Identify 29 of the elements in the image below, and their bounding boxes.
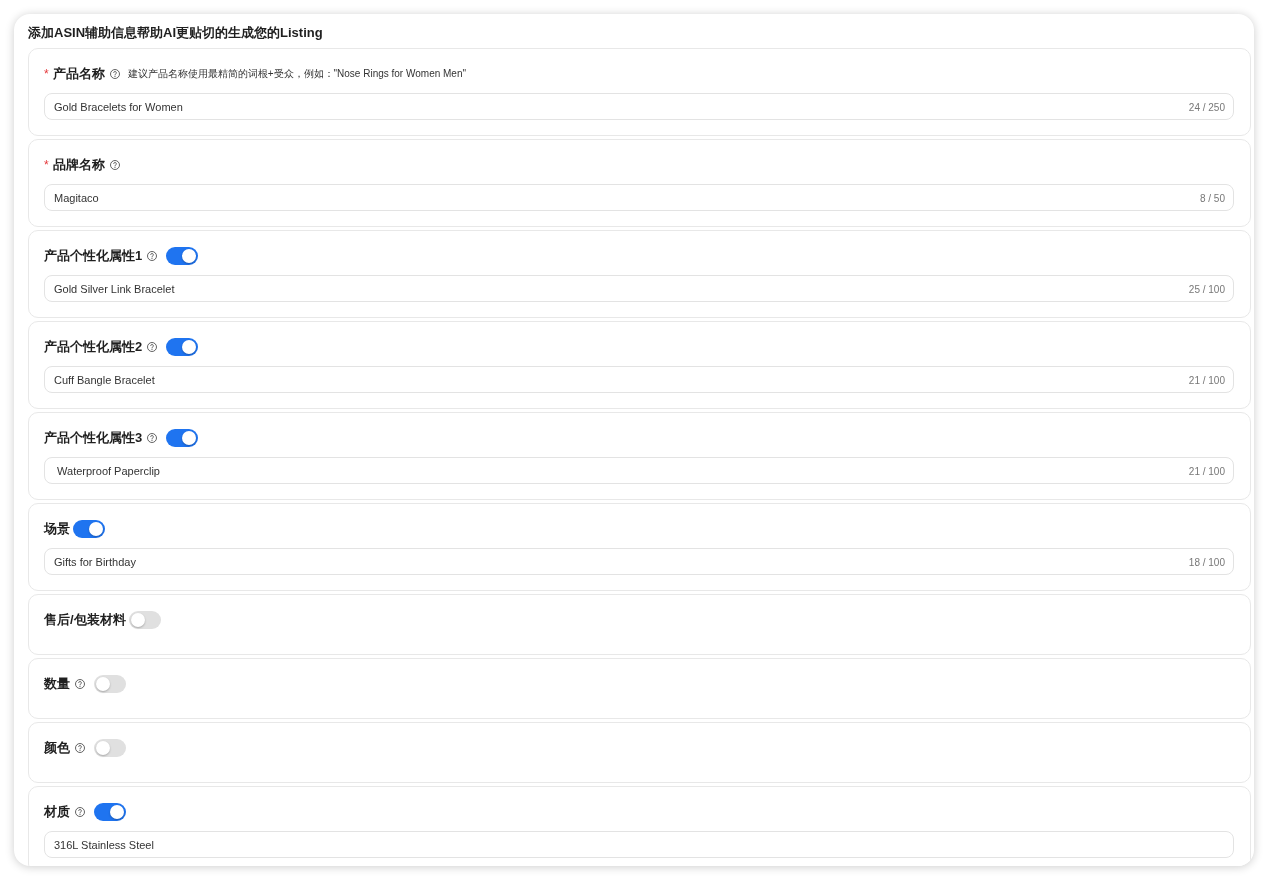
toggle-switch[interactable] (166, 338, 199, 356)
char-counter: 21 / 100 (1188, 465, 1225, 476)
toggle-switch[interactable] (128, 611, 161, 629)
required-mark: * (44, 159, 49, 171)
field-label: 产品名称 (52, 65, 105, 83)
required-mark: * (44, 68, 49, 80)
field-label: 颜色 (44, 739, 70, 757)
field-label: 材质 (44, 803, 70, 821)
toggle-switch[interactable] (166, 429, 199, 447)
char-counter: 8 / 50 (1199, 192, 1225, 203)
toggle-switch[interactable] (73, 520, 105, 538)
hint-text: 建议产品名称使用最精简的词根+受众，例如："Nose Rings for Women Men" (127, 67, 467, 81)
field-label: 产品个性化属性1 (44, 247, 143, 265)
field-label: 数量 (44, 675, 70, 693)
panel-title: 添加ASIN辅助信息帮助AI更贴切的生成您的Listing (28, 24, 323, 42)
toggle-switch[interactable] (94, 739, 126, 757)
field-label: 品牌名称 (52, 156, 105, 174)
field-label: 场景 (44, 520, 70, 538)
char-counter: 18 / 100 (1188, 556, 1225, 567)
field-label: 售后/包装材料 (44, 611, 126, 629)
char-counter: 25 / 100 (1188, 283, 1225, 294)
field-label: 产品个性化属性3 (44, 429, 143, 447)
input-field[interactable]: 316L Stainless Steel (44, 831, 1234, 858)
toggle-switch[interactable] (166, 247, 199, 265)
toggle-switch[interactable] (94, 803, 126, 821)
char-counter: 21 / 100 (1188, 374, 1225, 385)
field-label: 产品个性化属性2 (44, 338, 143, 356)
char-counter: 24 / 250 (1188, 101, 1225, 112)
toggle-switch[interactable] (94, 675, 126, 693)
